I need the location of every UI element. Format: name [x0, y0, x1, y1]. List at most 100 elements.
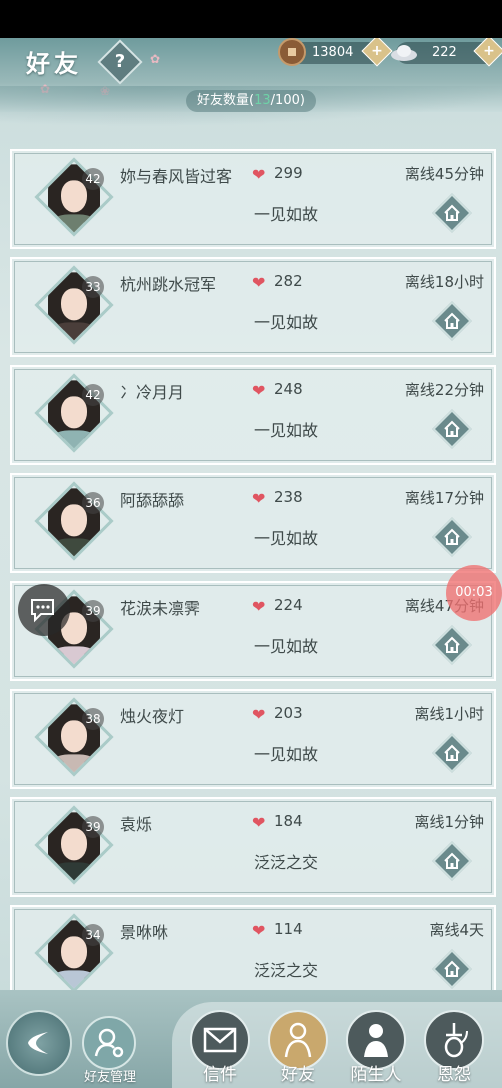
friend-name: 妳与春风皆过客 — [120, 167, 233, 186]
home-icon — [444, 852, 460, 869]
visit-home-button[interactable] — [432, 841, 472, 881]
home-icon — [444, 204, 460, 221]
tab-bar: 信件 好友 陌生人 恩怨 — [172, 1002, 502, 1088]
friend-avatar[interactable] — [34, 805, 114, 885]
level-badge: 36 — [82, 492, 104, 514]
intimacy-value: 299 — [274, 164, 303, 182]
relation-level: 一见如故 — [254, 745, 319, 764]
copper-coin-icon — [278, 38, 306, 66]
tab-grudges[interactable]: 恩怨 — [422, 1010, 486, 1088]
visit-home-button[interactable] — [432, 733, 472, 773]
user-gear-icon — [82, 1016, 136, 1070]
chat-bubble-icon — [31, 599, 54, 623]
level-badge: 42 — [82, 168, 104, 190]
back-arrow-icon — [28, 1032, 48, 1054]
visit-home-button[interactable] — [432, 625, 472, 665]
relation-level: 一见如故 — [254, 313, 319, 332]
home-icon — [444, 528, 460, 545]
online-status: 离线45分钟 — [404, 165, 484, 183]
intimacy-value: 184 — [274, 812, 303, 830]
tab-label: 恩怨 — [437, 1065, 471, 1085]
friend-name: 杭州跳水冠军 — [120, 275, 217, 294]
home-icon — [444, 312, 460, 329]
tab-friends[interactable]: 好友 — [266, 1010, 330, 1088]
friend-card[interactable]: 42 妳与春风皆过客 ❤ 299 一见如故 离线45分钟 — [10, 149, 496, 249]
heart-icon: ❤ — [252, 273, 266, 292]
level-badge: 39 — [82, 600, 104, 622]
friend-avatar[interactable] — [34, 265, 114, 345]
silver-ingot-value: 222 — [432, 45, 457, 60]
intimacy-value: 114 — [274, 920, 303, 938]
intimacy-value: 238 — [274, 488, 303, 506]
friend-avatar[interactable] — [34, 697, 114, 777]
intimacy-value: 224 — [274, 596, 303, 614]
online-status: 离线17分钟 — [404, 489, 484, 507]
copper-coin-display: 13804 + — [278, 38, 393, 67]
home-icon — [444, 744, 460, 761]
relation-level: 泛泛之交 — [254, 853, 319, 872]
home-icon — [444, 636, 460, 653]
online-status: 离线4天 — [429, 921, 484, 939]
page-title: 好友 — [26, 49, 82, 78]
friend-card[interactable]: 38 烛火夜灯 ❤ 203 一见如故 离线1小时 — [10, 689, 496, 789]
intimacy-value: 203 — [274, 704, 303, 722]
level-badge: 39 — [82, 816, 104, 838]
friend-avatar[interactable] — [34, 157, 114, 237]
friend-card[interactable]: 36 阿舔舔舔 ❤ 238 一见如故 离线17分钟 — [10, 473, 496, 573]
heart-icon: ❤ — [252, 597, 266, 616]
plus-icon: + — [483, 43, 495, 59]
heart-icon: ❤ — [252, 381, 266, 400]
relation-level: 泛泛之交 — [254, 961, 319, 980]
friends-screen: ✿ ❀ ✿ 好友 ? 13804 + 222 + 好友数量(13/100) 42… — [0, 38, 502, 1088]
friend-card[interactable]: 42 冫冷月月 ❤ 248 一见如故 离线22分钟 — [10, 365, 496, 465]
visit-home-button[interactable] — [432, 517, 472, 557]
friend-avatar[interactable] — [34, 373, 114, 453]
visit-home-button[interactable] — [432, 193, 472, 233]
silver-ingot-display: 222 + — [391, 38, 502, 67]
relation-level: 一见如故 — [254, 205, 319, 224]
visit-home-button[interactable] — [432, 949, 472, 989]
heart-icon: ❤ — [252, 813, 266, 832]
friend-count-current: 13 — [254, 93, 271, 108]
friend-name: 袁烁 — [120, 815, 153, 834]
silver-ingot-icon — [390, 38, 418, 66]
blossom-decoration: ✿ — [40, 82, 51, 96]
friend-count-prefix: 好友数量( — [197, 93, 255, 108]
home-icon — [444, 420, 460, 437]
friend-avatar[interactable] — [34, 481, 114, 561]
back-button[interactable] — [6, 1010, 72, 1076]
relation-level: 一见如故 — [254, 421, 319, 440]
tab-label: 好友 — [281, 1065, 315, 1085]
intimacy-value: 282 — [274, 272, 303, 290]
level-badge: 42 — [82, 384, 104, 406]
friend-count-suffix: /100) — [270, 93, 305, 108]
heart-icon: ❤ — [252, 165, 266, 184]
friend-name: 花涙未凛霁 — [120, 599, 201, 618]
visit-home-button[interactable] — [432, 409, 472, 449]
tab-strangers[interactable]: 陌生人 — [344, 1010, 408, 1088]
friend-management-button[interactable]: 好友管理 — [80, 1016, 140, 1086]
blossom-decoration: ✿ — [150, 52, 161, 66]
online-status: 离线1小时 — [414, 705, 484, 723]
blossom-decoration: ❀ — [100, 84, 111, 98]
friend-card[interactable]: 39 袁烁 ❤ 184 泛泛之交 离线1分钟 — [10, 797, 496, 897]
visit-home-button[interactable] — [432, 301, 472, 341]
heart-icon: ❤ — [252, 489, 266, 508]
relation-level: 一见如故 — [254, 637, 319, 656]
tab-mail[interactable]: 信件 — [188, 1010, 252, 1088]
friend-card[interactable]: 33 杭州跳水冠军 ❤ 282 一见如故 离线18小时 — [10, 257, 496, 357]
level-badge: 33 — [82, 276, 104, 298]
tab-label: 陌生人 — [350, 1065, 402, 1085]
recording-timer[interactable]: 00:03 — [446, 565, 502, 621]
friend-count: 好友数量(13/100) — [186, 90, 316, 112]
chat-float-button[interactable] — [18, 584, 70, 636]
bottom-bar: 好友管理 信件 好友 陌生人 恩怨 — [0, 990, 502, 1088]
plus-icon: + — [371, 43, 383, 59]
friend-name: 景咻咻 — [120, 923, 169, 942]
level-badge: 38 — [82, 708, 104, 730]
online-status: 离线1分钟 — [414, 813, 484, 831]
home-icon — [444, 960, 460, 977]
friend-avatar[interactable] — [34, 913, 114, 993]
online-status: 离线18小时 — [404, 273, 484, 291]
friend-card[interactable]: 39 花涙未凛霁 ❤ 224 一见如故 离线47分钟 — [10, 581, 496, 681]
